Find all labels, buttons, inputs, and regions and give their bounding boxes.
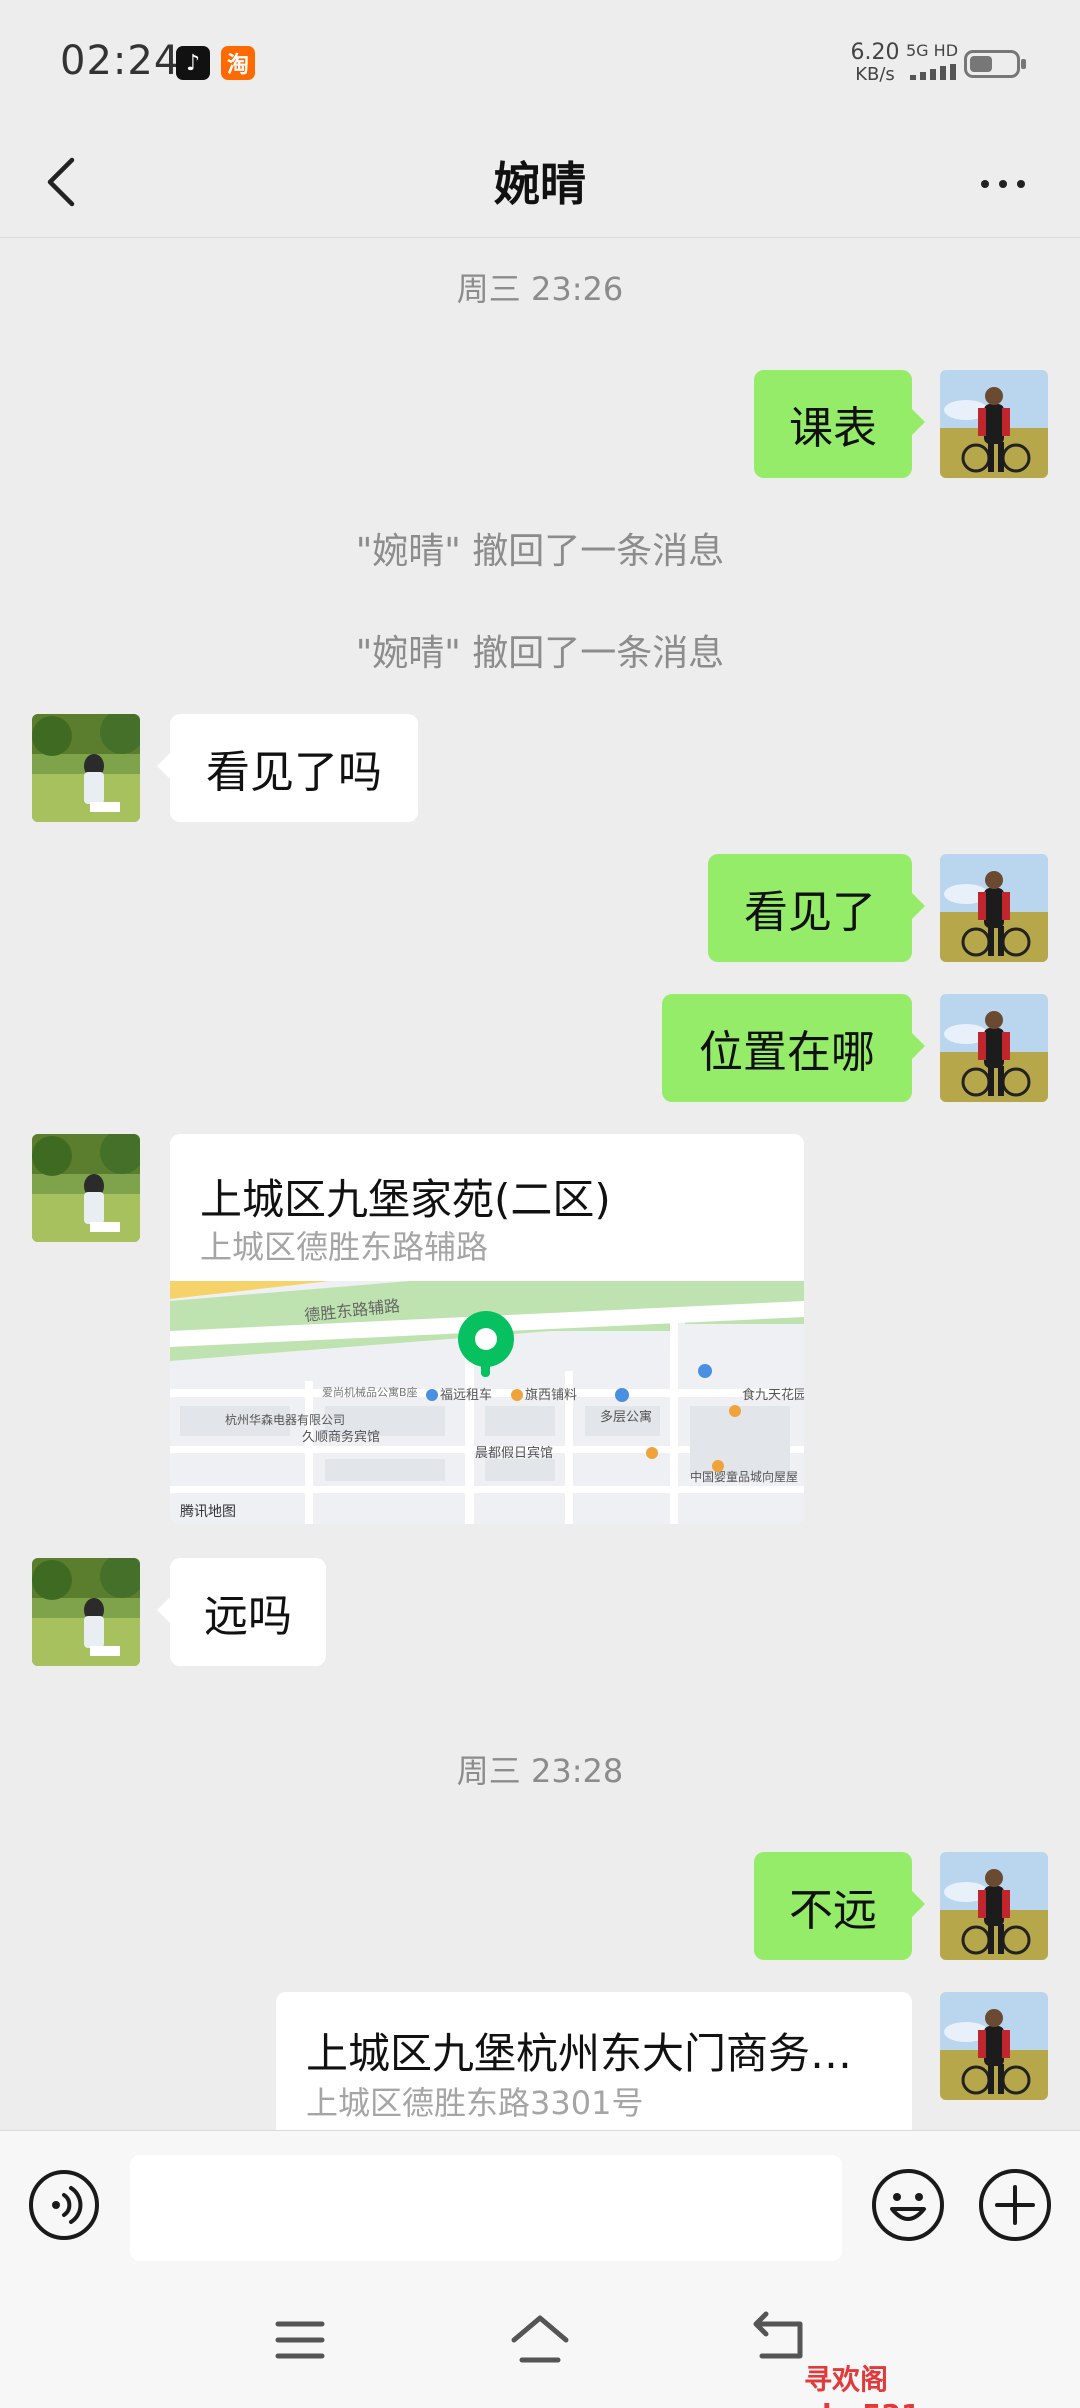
network-speed-value: 6.20: [850, 40, 900, 65]
my-avatar[interactable]: [940, 1992, 1048, 2100]
location-address: 上城区德胜东路辅路: [200, 1228, 489, 1266]
contact-avatar[interactable]: [32, 1134, 140, 1242]
location-title: 上城区九堡家苑(二区): [200, 1175, 611, 1224]
contact-avatar[interactable]: [32, 714, 140, 822]
recall-notice: "婉晴" 撤回了一条消息: [355, 633, 725, 674]
location-card-received[interactable]: 上城区九堡家苑(二区) 上城区德胜东路辅路 德胜东路辅路 福远租车 旗西铺料 多…: [170, 1134, 804, 1524]
message-bubble-sent[interactable]: 课表: [754, 370, 925, 478]
network-speed-unit: KB/s: [855, 64, 895, 85]
message-input[interactable]: [130, 2155, 842, 2261]
map-poi-label: 中国婴童品城向屋屋: [690, 1469, 798, 1484]
menu-icon[interactable]: [268, 2310, 332, 2370]
home-icon[interactable]: [508, 2310, 572, 2370]
message-bubble-sent[interactable]: 看见了: [708, 854, 925, 962]
message-bubble-sent[interactable]: 不远: [754, 1852, 925, 1960]
recall-notice: "婉晴" 撤回了一条消息: [355, 531, 725, 572]
input-bar: [0, 2130, 1080, 2270]
tiktok-notification-icon: ♪: [176, 46, 210, 80]
map-poi-label: 杭州华森电器有限公司: [225, 1412, 345, 1427]
map-poi-label: 久顺商务宾馆: [302, 1429, 380, 1445]
my-avatar[interactable]: [940, 854, 1048, 962]
plus-icon[interactable]: [977, 2167, 1053, 2243]
location-title: 上城区九堡杭州东大门商务…: [306, 2029, 853, 2078]
network-type: 5G HD: [906, 41, 959, 60]
map-poi-label: 爱尚机械品公寓B座: [322, 1385, 418, 1399]
my-avatar[interactable]: [940, 994, 1048, 1102]
location-address: 上城区德胜东路3301号: [306, 2084, 644, 2122]
chat-title: 婉晴: [494, 157, 586, 211]
map-poi-label: 多层公寓: [600, 1409, 652, 1425]
map-poi-label: 晨都假日宾馆: [475, 1445, 553, 1461]
message-bubble-received[interactable]: 看见了吗: [157, 714, 418, 822]
voice-input-icon[interactable]: [28, 2169, 100, 2241]
network-speed: 6.20 KB/s: [845, 42, 905, 86]
emoji-icon[interactable]: [870, 2167, 946, 2243]
status-time: 02:24: [60, 38, 181, 84]
message-bubble-sent[interactable]: 位置在哪: [662, 994, 925, 1102]
back-nav-icon[interactable]: [748, 2310, 812, 2370]
signal-icon: [910, 64, 956, 80]
battery-icon: [964, 50, 1026, 78]
map-poi-label: 食九天花园: [742, 1387, 804, 1403]
map-poi-label: 旗西铺料: [525, 1387, 577, 1403]
my-avatar[interactable]: [940, 1852, 1048, 1960]
chat-header: 婉晴: [0, 126, 1080, 238]
more-options-icon[interactable]: [975, 156, 1031, 212]
my-avatar[interactable]: [940, 370, 1048, 478]
timestamp: 周三 23:26: [456, 270, 624, 308]
map-brand-label: 腾讯地图: [180, 1503, 236, 1520]
location-card-sent[interactable]: 上城区九堡杭州东大门商务… 上城区德胜东路3301号: [276, 1992, 912, 2130]
watermark-text: 寻欢阁xhg521.com: [804, 2363, 996, 2408]
contact-avatar[interactable]: [32, 1558, 140, 1666]
taobao-notification-icon: 淘: [221, 46, 255, 80]
timestamp: 周三 23:28: [456, 1752, 624, 1790]
map-poi-label: 福远租车: [440, 1387, 492, 1403]
message-bubble-received[interactable]: 远吗: [157, 1558, 326, 1666]
location-map[interactable]: 德胜东路辅路 福远租车 旗西铺料 多层公寓 食九天花园 杭州华森电器有限公司 久…: [170, 1281, 804, 1524]
status-bar: 02:24 ♪ 淘 6.20 KB/s 5G HD: [0, 0, 1080, 126]
